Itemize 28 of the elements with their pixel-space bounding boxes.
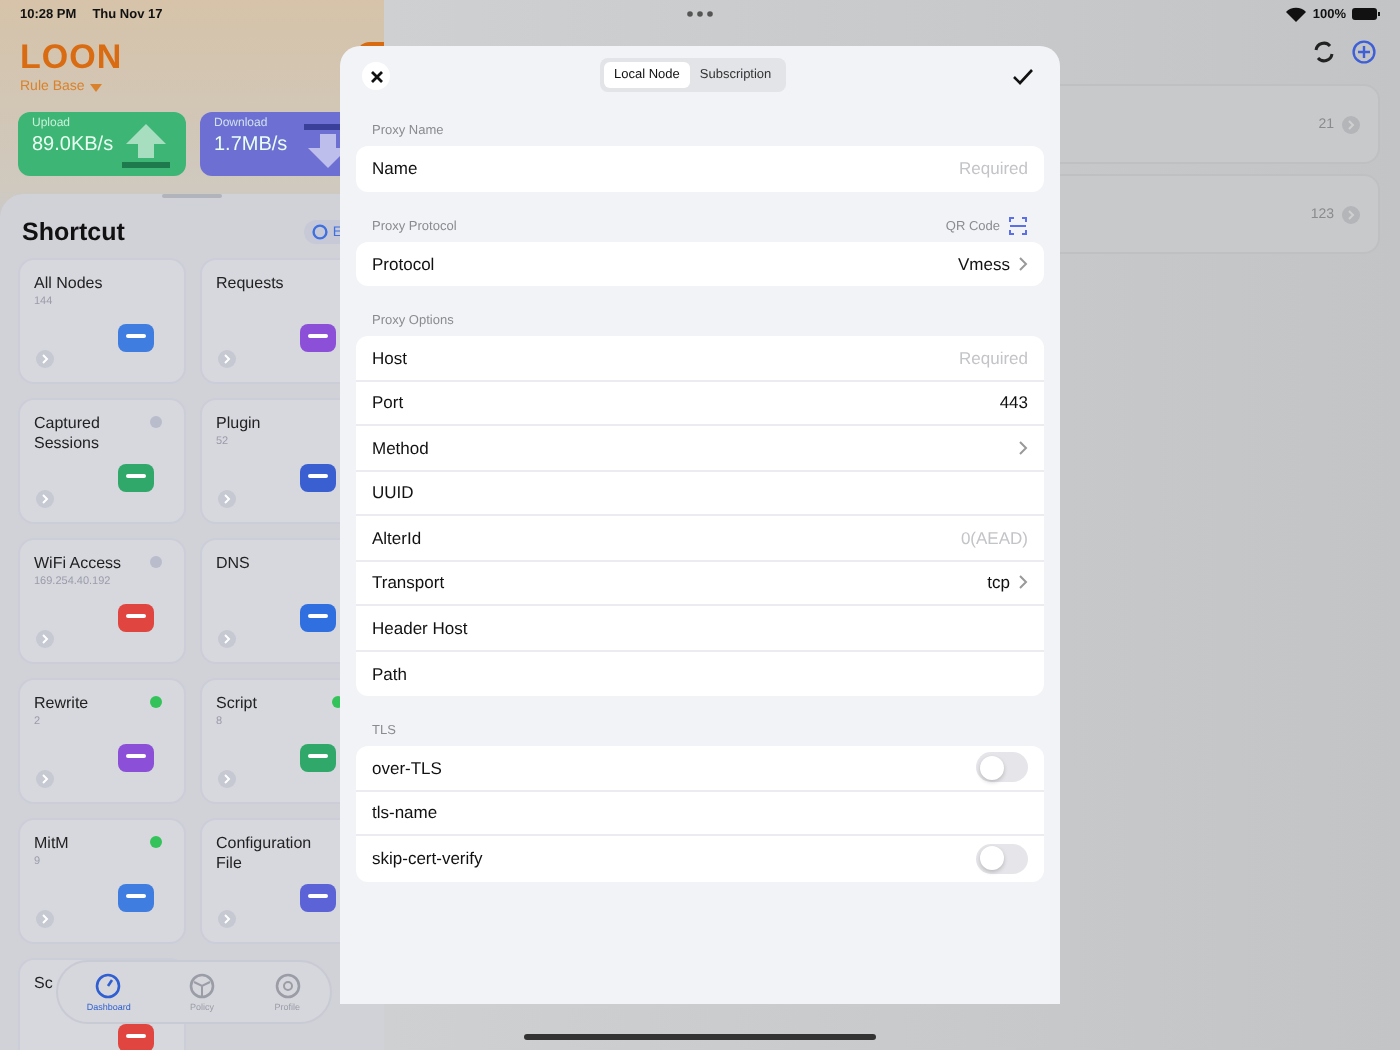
card-title: All Nodes <box>34 274 105 293</box>
card-title: Rewrite <box>34 694 91 713</box>
app-logo: LOON <box>20 38 123 76</box>
field-label: Transport <box>372 572 445 593</box>
field-label: UUID <box>372 482 414 503</box>
card-title: DNS <box>216 554 252 573</box>
card-title: Sc <box>34 974 55 993</box>
field-label: Name <box>372 158 418 179</box>
field-label: skip-cert-verify <box>372 848 483 869</box>
field-label: Port <box>372 392 404 413</box>
stat-value: 1.7MB/s <box>214 134 290 156</box>
field-label: tls-name <box>372 802 438 823</box>
card-title: Configuration File <box>216 834 314 872</box>
section-title: Shortcut <box>22 218 125 246</box>
field-label: Header Host <box>372 617 468 638</box>
card-title: Script <box>216 694 259 713</box>
field-label: Host <box>372 347 407 368</box>
card-title: Requests <box>216 274 286 293</box>
field-label: Path <box>372 663 407 684</box>
field-label: Protocol <box>372 253 435 274</box>
card-title: WiFi Access <box>34 554 124 573</box>
field-label: over-TLS <box>372 757 442 778</box>
field-label: Method <box>372 437 429 458</box>
stat-value: 89.0KB/s <box>32 134 116 156</box>
card-title: Plugin <box>216 414 263 433</box>
field-label: AlterId <box>372 527 422 548</box>
card-title: Captured Sessions <box>34 414 102 452</box>
card-title: MitM <box>34 834 71 853</box>
